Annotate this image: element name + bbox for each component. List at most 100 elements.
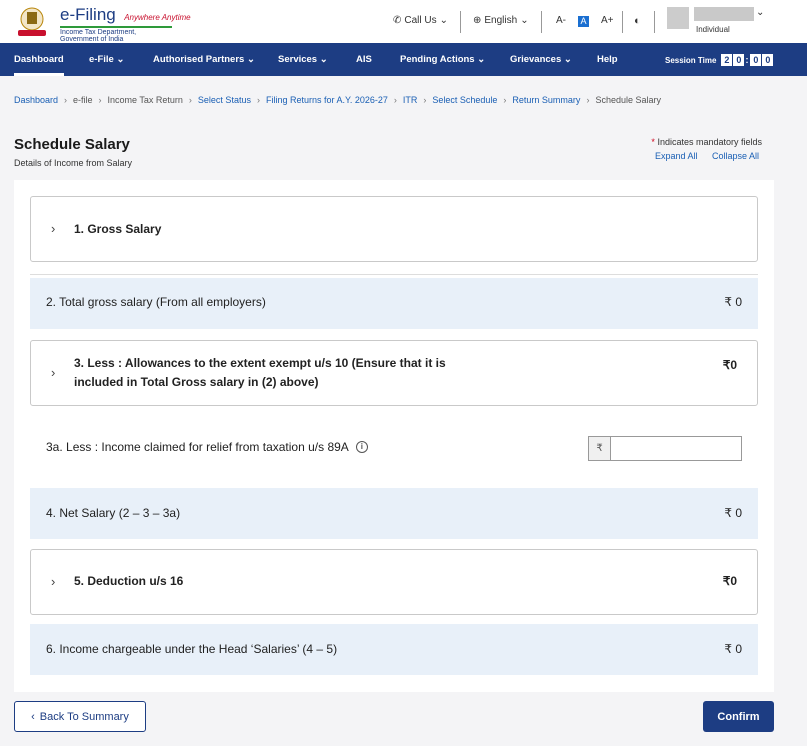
relief-label-text: 3a. Less : Income claimed for relief fro… bbox=[46, 440, 349, 454]
call-us-button[interactable]: ✆ Call Us ⌄ bbox=[393, 15, 448, 26]
chevron-right-icon: › bbox=[51, 574, 56, 589]
nav-services[interactable]: Services ⌄ bbox=[278, 43, 328, 76]
brand-name: e-Filing bbox=[60, 5, 116, 24]
breadcrumb: Dashboard › e-file › Income Tax Return ›… bbox=[14, 95, 661, 105]
nav-help[interactable]: Help bbox=[597, 43, 618, 76]
user-menu-chevron-icon[interactable]: ⌄ bbox=[756, 7, 764, 18]
language-selector[interactable]: ⊕ English ⌄ bbox=[473, 15, 529, 26]
nav-label: e-File bbox=[89, 54, 114, 65]
phone-icon: ✆ bbox=[393, 15, 402, 26]
chevron-left-icon: ‹ bbox=[31, 710, 35, 723]
info-icon[interactable]: i bbox=[355, 441, 368, 453]
total-gross-amount: ₹ 0 bbox=[724, 295, 742, 309]
divider bbox=[541, 11, 542, 33]
chargeable-label: 6. Income chargeable under the Head ‘Sal… bbox=[46, 642, 338, 656]
allowances-accordion[interactable]: › 3. Less : Allowances to the extent exe… bbox=[30, 340, 758, 406]
chargeable-amount: ₹ 0 bbox=[724, 642, 742, 656]
session-colon: : bbox=[745, 55, 749, 65]
collapse-all-link[interactable]: Collapse All bbox=[712, 151, 759, 161]
deduction-accordion[interactable]: › 5. Deduction u/s 16 ₹0 bbox=[30, 549, 758, 615]
chevron-right-icon: › bbox=[188, 95, 192, 105]
nav-label: Services bbox=[278, 54, 318, 65]
chevron-down-icon: ⌄ bbox=[246, 54, 255, 65]
font-decrease-button[interactable]: A- bbox=[556, 15, 566, 26]
breadcrumb-dashboard[interactable]: Dashboard bbox=[14, 95, 58, 105]
chevron-down-icon: ⌄ bbox=[319, 54, 328, 65]
divider bbox=[622, 11, 623, 33]
expand-all-link[interactable]: Expand All bbox=[655, 151, 698, 161]
divider bbox=[460, 11, 461, 33]
nav-ais[interactable]: AIS bbox=[356, 43, 372, 76]
gross-salary-title: 1. Gross Salary bbox=[74, 222, 162, 236]
session-digit: 2 bbox=[721, 54, 733, 66]
chevron-down-icon: ⌄ bbox=[439, 15, 449, 26]
brand-dept: Income Tax Department, Government of Ind… bbox=[60, 26, 172, 43]
allowances-title-line2: included in Total Gross salary in (2) ab… bbox=[74, 375, 319, 389]
chevron-down-icon: ⌄ bbox=[116, 54, 125, 65]
font-normal-button[interactable]: A bbox=[578, 16, 589, 27]
breadcrumb-itr[interactable]: ITR bbox=[403, 95, 418, 105]
breadcrumb-schedule-salary: Schedule Salary bbox=[595, 95, 661, 105]
nav-label: Pending Actions bbox=[400, 54, 475, 65]
deduction-amount: ₹0 bbox=[722, 574, 737, 588]
breadcrumb-efile: e-file bbox=[73, 95, 93, 105]
asterisk-icon: * bbox=[651, 137, 655, 147]
avatar[interactable] bbox=[667, 7, 689, 29]
total-gross-label: 2. Total gross salary (From all employer… bbox=[46, 295, 266, 309]
language-label: English bbox=[484, 15, 518, 26]
chevron-right-icon: › bbox=[423, 95, 427, 105]
top-header: e-Filing Anywhere Anytime Income Tax Dep… bbox=[0, 0, 807, 43]
contrast-toggle-icon[interactable]: ◐ bbox=[634, 15, 641, 27]
net-salary-row: 4. Net Salary (2 – 3 – 3a) ₹ 0 bbox=[30, 488, 758, 539]
allowances-title: 3. Less : Allowances to the extent exemp… bbox=[74, 354, 446, 392]
breadcrumb-select-schedule[interactable]: Select Schedule bbox=[432, 95, 497, 105]
relief-89a-input[interactable] bbox=[610, 436, 742, 461]
brand-block[interactable]: e-Filing Anywhere Anytime Income Tax Dep… bbox=[60, 5, 191, 43]
main-nav: Dashboard e-File ⌄ Authorised Partners ⌄… bbox=[0, 43, 807, 76]
session-digit: 0 bbox=[750, 54, 762, 66]
user-type: Individual bbox=[696, 25, 730, 34]
nav-pending-actions[interactable]: Pending Actions ⌄ bbox=[400, 43, 485, 76]
net-salary-amount: ₹ 0 bbox=[724, 506, 742, 520]
allowances-title-line1: 3. Less : Allowances to the extent exemp… bbox=[74, 356, 446, 370]
chevron-down-icon: ⌄ bbox=[520, 15, 529, 26]
breadcrumb-return-summary[interactable]: Return Summary bbox=[512, 95, 580, 105]
relief-89a-label: 3a. Less : Income claimed for relief fro… bbox=[46, 440, 368, 454]
nav-grievances[interactable]: Grievances ⌄ bbox=[510, 43, 572, 76]
divider bbox=[30, 274, 758, 275]
nav-label: Grievances bbox=[510, 54, 562, 65]
nav-dashboard[interactable]: Dashboard bbox=[14, 43, 64, 76]
gross-salary-accordion[interactable]: › 1. Gross Salary bbox=[30, 196, 758, 262]
mandatory-note: * Indicates mandatory fields bbox=[651, 137, 762, 147]
chevron-right-icon: › bbox=[51, 221, 56, 236]
chevron-down-icon: ⌄ bbox=[563, 54, 572, 65]
breadcrumb-income-tax-return: Income Tax Return bbox=[107, 95, 183, 105]
chevron-right-icon: › bbox=[64, 95, 68, 105]
allowances-amount: ₹0 bbox=[722, 358, 737, 372]
nav-efile[interactable]: e-File ⌄ bbox=[89, 43, 124, 76]
breadcrumb-filing-returns[interactable]: Filing Returns for A.Y. 2026-27 bbox=[266, 95, 388, 105]
user-name-redacted[interactable] bbox=[694, 7, 754, 21]
back-to-summary-button[interactable]: ‹ Back To Summary bbox=[14, 701, 146, 732]
nav-label: Authorised Partners bbox=[153, 54, 245, 65]
mandatory-note-text: Indicates mandatory fields bbox=[657, 137, 762, 147]
session-label: Session Time bbox=[665, 55, 717, 65]
deduction-title: 5. Deduction u/s 16 bbox=[74, 574, 184, 588]
nav-authorised-partners[interactable]: Authorised Partners ⌄ bbox=[153, 43, 255, 76]
chevron-right-icon: › bbox=[256, 95, 260, 105]
font-increase-button[interactable]: A+ bbox=[601, 15, 614, 26]
chevron-right-icon: › bbox=[98, 95, 102, 105]
chevron-down-icon: ⌄ bbox=[477, 54, 486, 65]
breadcrumb-select-status[interactable]: Select Status bbox=[198, 95, 251, 105]
page-subtitle: Details of Income from Salary bbox=[14, 158, 133, 168]
chevron-right-icon: › bbox=[393, 95, 397, 105]
chargeable-income-row: 6. Income chargeable under the Head ‘Sal… bbox=[30, 624, 758, 675]
chevron-right-icon: › bbox=[51, 365, 56, 380]
session-digit: 0 bbox=[762, 54, 774, 66]
call-us-label: Call Us bbox=[404, 15, 437, 26]
government-emblem-icon bbox=[18, 7, 46, 36]
net-salary-label: 4. Net Salary (2 – 3 – 3a) bbox=[46, 506, 181, 520]
confirm-button[interactable]: Confirm bbox=[703, 701, 774, 732]
page-title: Schedule Salary bbox=[14, 136, 130, 153]
rupee-prefix: ₹ bbox=[588, 436, 610, 461]
